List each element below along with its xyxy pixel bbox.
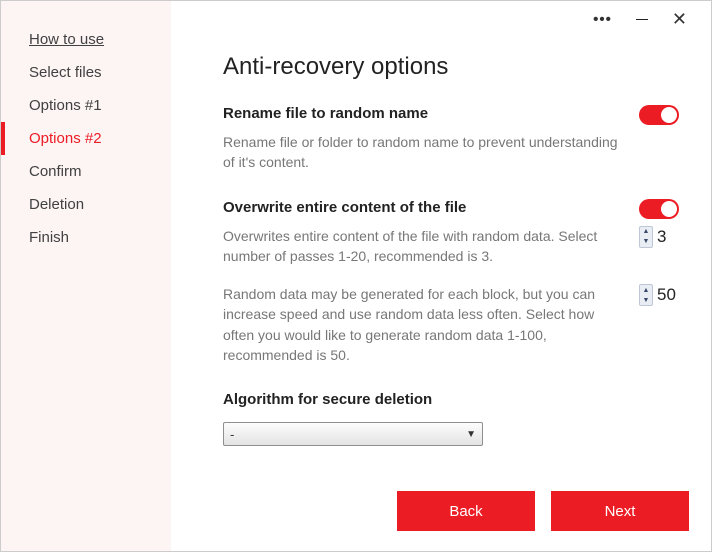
next-button[interactable]: Next (551, 491, 689, 531)
overwrite-toggle[interactable] (639, 199, 679, 219)
passes-value: 3 (657, 227, 679, 247)
random-value: 50 (657, 285, 679, 305)
rename-toggle[interactable] (639, 105, 679, 125)
algorithm-select[interactable]: - ▼ (223, 422, 483, 446)
back-button[interactable]: Back (397, 491, 535, 531)
algorithm-heading: Algorithm for secure deletion (223, 391, 683, 408)
footer-buttons: Back Next (397, 491, 689, 531)
random-stepper[interactable]: ▲▼ 50 (639, 284, 679, 306)
page-title: Anti-recovery options (223, 53, 683, 81)
chevron-down-icon: ▼ (466, 429, 476, 440)
random-description: Random data may be generated for each bl… (223, 284, 623, 365)
rename-description: Rename file or folder to random name to … (223, 132, 623, 173)
algorithm-selected-value: - (230, 427, 234, 442)
passes-stepper-arrows[interactable]: ▲▼ (639, 226, 653, 248)
passes-description: Overwrites entire content of the file wi… (223, 226, 623, 267)
rename-heading: Rename file to random name (223, 105, 683, 122)
sidebar-item-how-to-use[interactable]: How to use (1, 23, 171, 56)
sidebar-item-finish[interactable]: Finish (1, 221, 171, 254)
overwrite-heading: Overwrite entire content of the file (223, 199, 683, 216)
passes-stepper[interactable]: ▲▼ 3 (639, 226, 679, 248)
wizard-sidebar: How to use Select files Options #1 Optio… (1, 1, 171, 551)
random-stepper-arrows[interactable]: ▲▼ (639, 284, 653, 306)
main-panel: Anti-recovery options Rename file to ran… (171, 1, 711, 551)
sidebar-item-deletion[interactable]: Deletion (1, 188, 171, 221)
sidebar-item-select-files[interactable]: Select files (1, 56, 171, 89)
sidebar-item-options-1[interactable]: Options #1 (1, 89, 171, 122)
sidebar-item-confirm[interactable]: Confirm (1, 155, 171, 188)
sidebar-item-options-2[interactable]: Options #2 (1, 122, 171, 155)
